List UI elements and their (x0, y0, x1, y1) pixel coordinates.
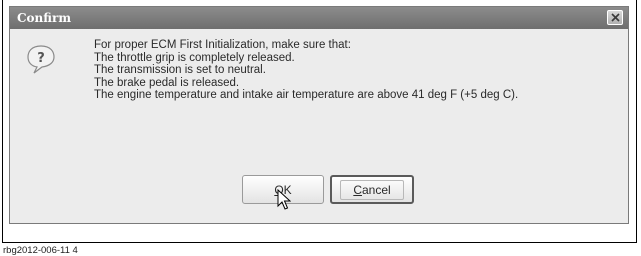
close-icon (611, 13, 620, 22)
message-line: For proper ECM First Initialization, mak… (94, 39, 351, 51)
message-text: For proper ECM First Initialization, mak… (94, 39, 614, 102)
cancel-button-label: Cancel (340, 179, 404, 200)
question-icon: ? (27, 45, 55, 74)
dialog-body: ? For proper ECM First Initialization, m… (11, 29, 627, 222)
message-line: The throttle grip is completely released… (94, 51, 295, 64)
dialog-title: Confirm (17, 11, 72, 25)
cancel-label-rest: ancel (361, 182, 391, 197)
message-line: The transmission is set to neutral. (94, 64, 266, 77)
cancel-button[interactable]: Cancel (330, 175, 414, 204)
svg-text:?: ? (37, 51, 45, 66)
message-line: The brake pedal is released. (94, 76, 240, 89)
confirm-dialog: Confirm ? For proper ECM First Initializ… (9, 6, 629, 224)
message-line: The engine temperature and intake air te… (94, 89, 519, 102)
close-button[interactable] (607, 10, 623, 25)
mouse-cursor-icon (277, 189, 291, 210)
dialog-titlebar[interactable]: Confirm (10, 7, 628, 29)
cancel-mnemonic: C (353, 182, 362, 197)
